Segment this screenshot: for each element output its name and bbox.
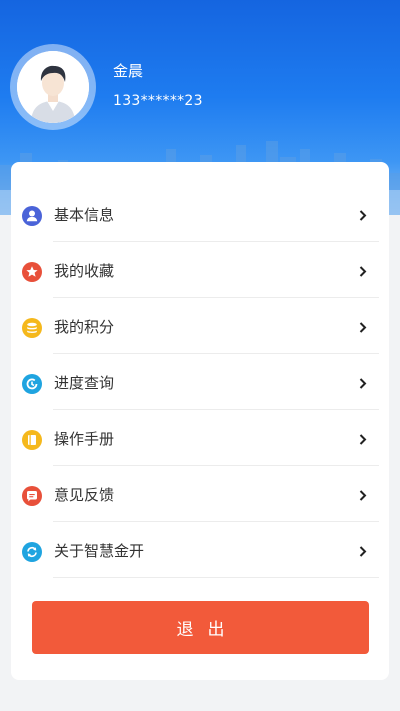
chevron-right-icon	[359, 378, 367, 389]
menu-item-about[interactable]: 关于智慧金开	[11, 522, 389, 578]
menu-list: 基本信息 我的收藏 我的积分 进度查询 操作手册 意见反馈 关于智慧金开	[11, 186, 389, 578]
user-phone: 133******23	[113, 93, 203, 109]
avatar-person-icon	[17, 51, 89, 123]
chevron-right-icon	[359, 434, 367, 445]
menu-item-points[interactable]: 我的积分	[11, 298, 389, 354]
logout-button[interactable]: 退出	[32, 601, 369, 654]
chevron-right-icon	[359, 322, 367, 333]
menu-label-favorites: 我的收藏	[54, 262, 115, 280]
chevron-right-icon	[359, 490, 367, 501]
menu-label-feedback: 意见反馈	[54, 486, 115, 504]
chevron-right-icon	[359, 266, 367, 277]
menu-label-progress-query: 进度查询	[54, 374, 115, 392]
star-icon	[22, 262, 42, 282]
user-name: 金晨	[113, 62, 144, 80]
avatar[interactable]	[17, 51, 89, 123]
user-icon	[22, 206, 42, 226]
chevron-right-icon	[359, 546, 367, 557]
menu-card: 基本信息 我的收藏 我的积分 进度查询 操作手册 意见反馈 关于智慧金开 退出	[11, 162, 389, 680]
menu-item-favorites[interactable]: 我的收藏	[11, 242, 389, 298]
menu-item-manual[interactable]: 操作手册	[11, 410, 389, 466]
chevron-right-icon	[359, 210, 367, 221]
menu-item-basic-info[interactable]: 基本信息	[11, 186, 389, 242]
refresh-icon	[22, 542, 42, 562]
menu-item-feedback[interactable]: 意见反馈	[11, 466, 389, 522]
menu-label-about: 关于智慧金开	[54, 542, 145, 560]
menu-label-basic-info: 基本信息	[54, 206, 115, 224]
menu-label-manual: 操作手册	[54, 430, 115, 448]
book-icon	[22, 430, 42, 450]
menu-item-progress-query[interactable]: 进度查询	[11, 354, 389, 410]
menu-label-points: 我的积分	[54, 318, 115, 336]
coins-icon	[22, 318, 42, 338]
avatar-ring[interactable]	[10, 44, 96, 130]
feedback-icon	[22, 486, 42, 506]
progress-icon	[22, 374, 42, 394]
